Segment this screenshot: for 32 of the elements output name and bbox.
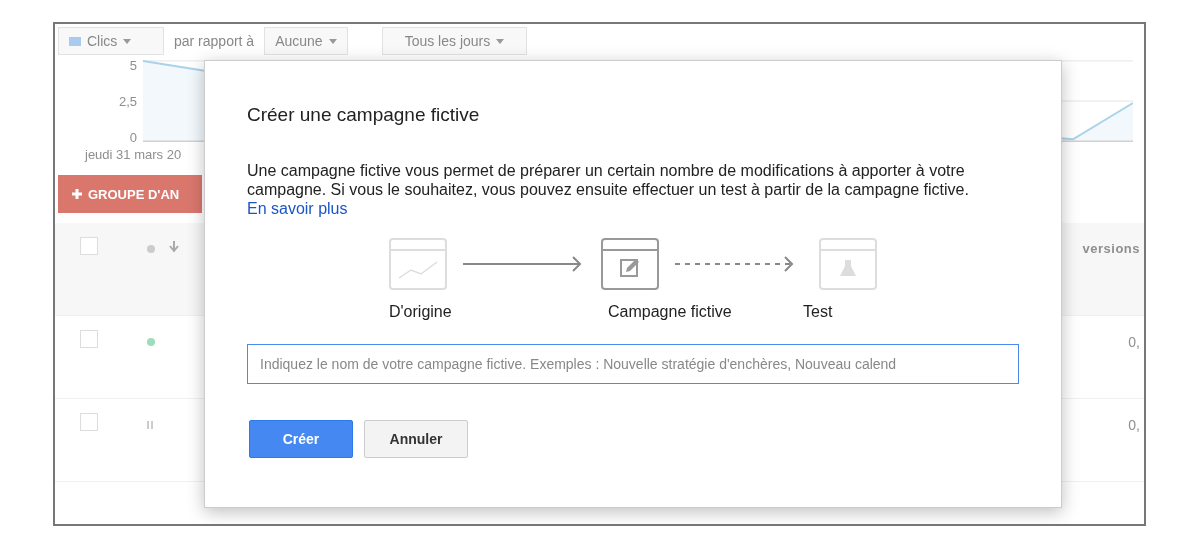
metric-dropdown[interactable]: Clics — [58, 27, 164, 55]
caret-icon — [496, 38, 505, 44]
dialog-title: Créer une campagne fictive — [247, 103, 481, 127]
caret-icon — [123, 38, 132, 44]
table-cell: 0, — [1128, 417, 1140, 433]
dialog-description: Une campagne fictive vous permet de préparer un certain nombre de modifications à apporter à votre campagne. Si vous le souhaitez, vous pouvez ensuite effectuer un test à partir de la campagne fictive. En savoir plus — [247, 161, 970, 218]
create-button[interactable]: Créer — [249, 420, 353, 458]
table-cell: 0, — [1128, 334, 1140, 350]
period-dropdown[interactable]: Tous les jours — [381, 27, 528, 55]
step-label: Campagne fictive — [608, 302, 732, 322]
status-icon — [147, 245, 155, 253]
status-icon — [147, 338, 155, 346]
axis-label: 2,5 — [118, 95, 137, 109]
column-header[interactable]: versions — [1082, 241, 1140, 256]
axis-label: jeudi 31 mars 20 — [85, 147, 182, 164]
compare-label: par rapport à — [174, 33, 255, 49]
step-label: D'origine — [389, 302, 452, 322]
checkbox[interactable] — [80, 237, 98, 255]
caret-icon — [328, 38, 337, 44]
checkbox[interactable] — [80, 413, 98, 431]
campaign-name-field[interactable]: Indiquez le nom de votre campagne fictive. Exemples : Nouvelle stratégie d'enchères, Nouveau calend — [247, 344, 1019, 384]
axis-label: 5 — [129, 59, 137, 73]
axis-label: 0 — [129, 131, 137, 145]
add-group-button[interactable]: GROUPE D'AN — [58, 175, 202, 213]
learn-more-link[interactable]: En savoir plus — [247, 200, 348, 217]
pause-icon — [147, 421, 153, 429]
step-label: Test — [803, 302, 833, 322]
compare-dropdown[interactable]: Aucune — [264, 27, 348, 55]
checkbox[interactable] — [80, 330, 98, 348]
plus-icon — [72, 189, 82, 199]
sort-arrow-icon[interactable] — [169, 241, 179, 253]
cancel-button[interactable]: Annuler — [364, 420, 468, 458]
